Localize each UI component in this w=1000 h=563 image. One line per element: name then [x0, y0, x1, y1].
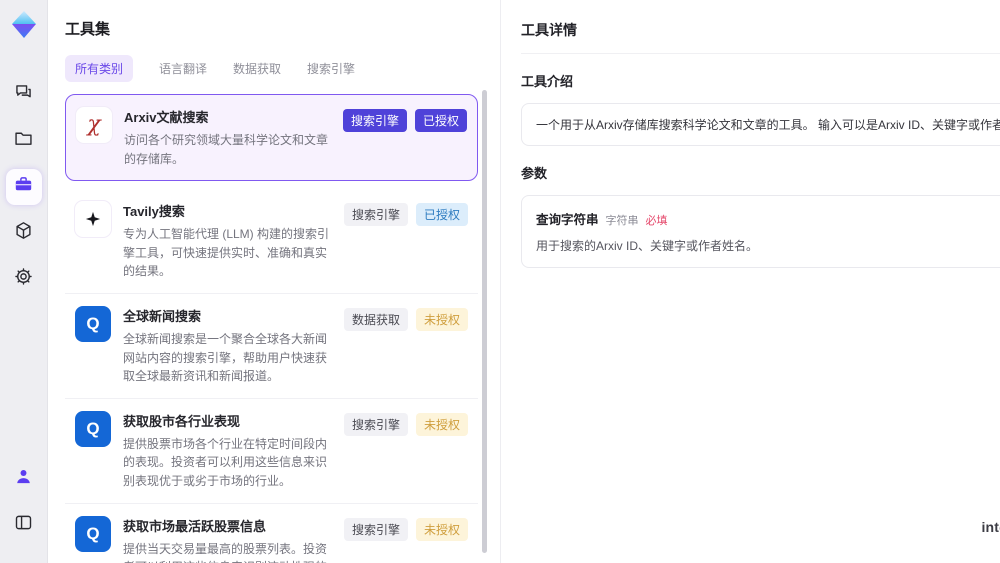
tool-name: 获取市场最活跃股票信息	[123, 518, 267, 534]
page-title: 工具集	[65, 21, 111, 38]
auth-status-badge: 未授权	[415, 517, 468, 541]
tools-panel: 工具集 所有类别 语言翻译 数据获取 搜索引擎 χ Arxiv文献搜索 访问各个研究领域大…	[48, 0, 500, 563]
category-badge: 搜索引擎	[342, 109, 407, 132]
scrollbar	[482, 90, 487, 553]
param-name: 查询字符串	[536, 213, 599, 227]
sidebar-item-settings[interactable]	[6, 261, 42, 297]
active-stocks-icon: Q	[75, 515, 111, 552]
tool-description: 全球新闻搜索是一个聚合全球各大新闻网站内容的搜索引擎，帮助用户快速获取全球最新资…	[123, 331, 328, 384]
collapse-panel-icon	[13, 512, 34, 538]
tool-list: χ Arxiv文献搜索 访问各个研究领域大量科学论文和文章的存储库。 搜索引擎 已授权 T…	[65, 94, 478, 563]
package-icon	[13, 220, 34, 246]
tool-name: Tavily搜索	[123, 204, 185, 220]
tool-name: 获取股市各行业表现	[123, 413, 241, 429]
tool-description: 专为人工智能代理 (LLM) 构建的搜索引擎工具，可快速提供实时、准确和真实的结…	[123, 227, 330, 279]
category-badge: 数据获取	[343, 307, 408, 331]
arxiv-icon: χ	[76, 107, 112, 143]
tool-list-item[interactable]: Q 获取股市各行业表现提供股票市场各个行业在特定时间段内的表现。投资者可以利用这些…	[65, 397, 478, 503]
param-required-badge: 必填	[645, 215, 668, 227]
tool-name: Arxiv文献搜索	[124, 110, 209, 125]
intel-wordmark: intel	[981, 519, 1000, 535]
param-description: 用于搜索的Arxiv ID、关键字或作者姓名。	[536, 239, 759, 253]
tool-list-item[interactable]: Q 获取市场最活跃股票信息提供当天交易量最高的股票列表。投资者可以利用这些信息来识…	[65, 502, 478, 563]
tavily-icon	[75, 201, 111, 238]
category-tab[interactable]: 语言翻译	[159, 55, 207, 82]
toolbox-icon	[13, 174, 34, 200]
auth-status-badge: 已授权	[415, 203, 468, 227]
category-tabs: 所有类别 语言翻译 数据获取 搜索引擎	[65, 55, 483, 82]
global-news-icon: Q	[75, 305, 111, 342]
tool-list-item[interactable]: Tavily搜索专为人工智能代理 (LLM) 构建的搜索引擎工具，可快速提供实时…	[65, 189, 478, 293]
category-badge: 搜索引擎	[343, 517, 408, 541]
app-window: 工具集 所有类别 语言翻译 数据获取 搜索引擎 χ Arxiv文献搜索 访问各个研究领域大…	[0, 0, 1000, 563]
sidebar-item-packages[interactable]	[6, 215, 42, 251]
tool-detail-panel: 工具详情 工具介绍 一个用于从Arxiv存储库搜索科学论文和文章的工具。 输入可…	[500, 0, 1000, 563]
tool-intro-text: 一个用于从Arxiv存储库搜索科学论文和文章的工具。 输入可以是Arxiv ID…	[521, 103, 1000, 146]
scrollbar-thumb[interactable]	[482, 90, 487, 553]
intel-core-logo: intel CORE	[981, 519, 1000, 543]
settings-icon	[13, 266, 34, 292]
sidebar-item-chat[interactable]	[6, 77, 42, 113]
stock-sector-icon: Q	[75, 410, 111, 447]
tool-description: 提供当天交易量最高的股票列表。投资者可以利用这些信息来识别流动性强的股票和潜在的…	[123, 541, 328, 563]
left-rail	[0, 0, 48, 563]
auth-status-badge: 已授权	[414, 109, 467, 132]
auth-status-badge: 未授权	[415, 307, 468, 331]
category-tab[interactable]: 搜索引擎	[307, 55, 355, 82]
category-tab[interactable]: 数据获取	[233, 55, 281, 82]
category-tab[interactable]: 所有类别	[65, 55, 134, 82]
auth-status-badge: 未授权	[415, 412, 468, 436]
sidebar-item-files[interactable]	[6, 123, 42, 159]
category-badge: 搜索引擎	[343, 412, 408, 436]
param-card: 查询字符串 字符串 必填 用于搜索的Arxiv ID、关键字或作者姓名。	[521, 195, 1000, 268]
tool-description: 访问各个研究领域大量科学论文和文章的存储库。	[124, 133, 329, 166]
params-section-label: 参数	[521, 166, 548, 181]
profile-icon	[13, 466, 34, 492]
app-logo-icon[interactable]	[8, 9, 40, 41]
intro-section-label: 工具介绍	[521, 74, 574, 89]
folder-icon	[13, 128, 34, 154]
tool-description: 提供股票市场各个行业在特定时间段内的表现。投资者可以利用这些信息来识别表现优于或…	[123, 436, 328, 488]
tool-name: 全球新闻搜索	[123, 308, 202, 324]
tool-list-item[interactable]: Q 全球新闻搜索全球新闻搜索是一个聚合全球各大新闻网站内容的搜索引擎，帮助用户快速…	[65, 292, 478, 398]
sidebar-item-profile[interactable]	[6, 461, 42, 497]
tool-list-item[interactable]: χ Arxiv文献搜索访问各个研究领域大量科学论文和文章的存储库。 搜索引擎 已授权	[65, 94, 478, 182]
category-badge: 搜索引擎	[343, 203, 408, 227]
sidebar-item-toolbox[interactable]	[5, 169, 42, 205]
chat-icon	[13, 82, 34, 108]
detail-title: 工具详情	[521, 20, 1000, 54]
param-type: 字符串	[605, 215, 639, 227]
sidebar-item-collapse[interactable]	[6, 507, 42, 543]
